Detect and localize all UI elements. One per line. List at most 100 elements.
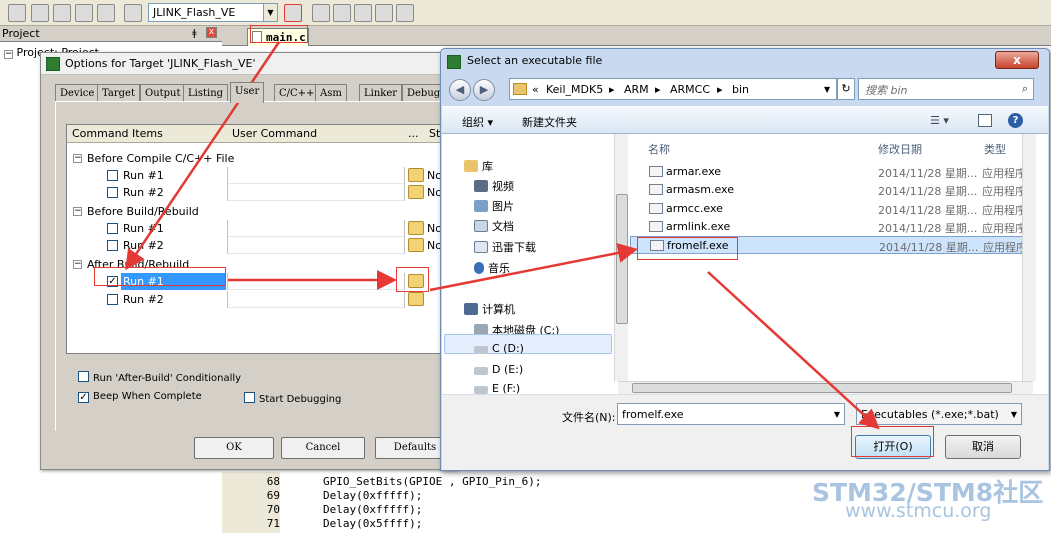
col-command-items[interactable]: Command Items	[72, 127, 163, 140]
browse-folder-icon[interactable]	[408, 292, 424, 306]
tab-linker[interactable]: Linker	[359, 84, 403, 102]
close-icon[interactable]: x	[206, 27, 217, 38]
collapse-icon[interactable]: −	[4, 50, 13, 59]
chevron-right-icon[interactable]: ▸	[655, 83, 661, 96]
collapse-icon[interactable]: −	[73, 207, 82, 216]
nav-drive-c-d[interactable]: C (D:)	[474, 342, 524, 355]
download-icon[interactable]	[124, 4, 142, 22]
user-command-input[interactable]	[227, 273, 405, 290]
run-checkbox[interactable]	[107, 240, 118, 251]
breadcrumb-keil-mdk5[interactable]: Keil_MDK5	[546, 83, 603, 96]
run-checkbox[interactable]	[107, 223, 118, 234]
search-input[interactable]: 搜索 bin ⌕	[858, 78, 1034, 100]
rebuild-icon[interactable]	[53, 4, 71, 22]
translate-icon[interactable]	[8, 4, 26, 22]
chevron-down-icon[interactable]: ▼	[834, 410, 840, 419]
horizontal-scrollbar[interactable]	[618, 381, 1033, 394]
start-debugging-checkbox[interactable]	[244, 392, 255, 403]
nav-music[interactable]: 音乐	[474, 260, 510, 276]
back-arrow-icon[interactable]: ◀	[449, 79, 471, 101]
organize-menu[interactable]: 组织 ▾	[462, 114, 493, 130]
user-command-input[interactable]	[227, 184, 405, 201]
run-checkbox[interactable]	[107, 187, 118, 198]
code-line[interactable]: 68 GPIO_SetBits(GPIOE , GPIO_Pin_6);	[222, 475, 542, 489]
run-after-build-option[interactable]: Run 'After-Build' Conditionally	[78, 370, 241, 384]
browse-folder-icon[interactable]	[408, 238, 424, 252]
search-icon[interactable]: ⌕	[1022, 82, 1028, 96]
close-button[interactable]: x	[995, 51, 1039, 69]
target-select[interactable]: JLINK_Flash_VE ▼	[148, 3, 278, 22]
pack-installer-icon[interactable]	[354, 4, 372, 22]
file-row[interactable]: armar.exe 2014/11/28 星期... 应用程序	[630, 163, 1026, 181]
collapse-icon[interactable]: −	[73, 260, 82, 269]
new-folder-button[interactable]: 新建文件夹	[522, 114, 577, 130]
col-status[interactable]: St	[429, 127, 440, 140]
cancel-button[interactable]: Cancel	[281, 437, 365, 459]
nav-libraries[interactable]: 库	[464, 158, 493, 174]
pin-icon[interactable]: ǂ	[192, 26, 197, 41]
cancel-button[interactable]: 取消	[945, 435, 1021, 459]
tree-group[interactable]: − Before Compile C/C++ File	[67, 150, 447, 167]
collapse-icon[interactable]: −	[73, 154, 82, 163]
tree-row[interactable]: Run #2	[67, 291, 447, 308]
filename-input[interactable]: fromelf.exe ▼	[617, 403, 845, 425]
nav-pictures[interactable]: 图片	[474, 198, 514, 214]
view-options-icon[interactable]: ☰ ▾	[930, 114, 949, 127]
col-modified-date[interactable]: 修改日期	[878, 141, 922, 157]
nav-drive-e-f[interactable]: E (F:)	[474, 382, 520, 394]
beep-checkbox-checked[interactable]: ✓	[78, 392, 89, 403]
select-packs-icon[interactable]	[396, 4, 414, 22]
file-list-scrollbar[interactable]	[1022, 134, 1036, 381]
tree-row[interactable]: Run #2 No	[67, 184, 447, 201]
tree-row[interactable]: Run #1 No	[67, 220, 447, 237]
user-command-input[interactable]	[227, 220, 405, 237]
chevron-right-icon[interactable]: ▸	[717, 83, 723, 96]
run-checkbox[interactable]	[107, 170, 118, 181]
tree-row[interactable]: Run #2 No	[67, 237, 447, 254]
browse-folder-icon[interactable]	[408, 221, 424, 235]
code-line[interactable]: 69 Delay(0xfffff);	[222, 489, 423, 503]
file-extensions-icon[interactable]	[333, 4, 351, 22]
beep-when-complete-option[interactable]: ✓ Beep When Complete	[78, 391, 202, 403]
user-command-input[interactable]	[227, 167, 405, 184]
forward-arrow-icon[interactable]: ▶	[473, 79, 495, 101]
code-line[interactable]: 71 Delay(0x5ffff);	[222, 517, 423, 531]
col-user-command[interactable]: User Command	[232, 127, 317, 140]
breadcrumb-arm[interactable]: ARM	[624, 83, 649, 96]
breadcrumb-overflow[interactable]: «	[532, 83, 539, 96]
scrollbar-thumb[interactable]	[616, 194, 628, 324]
ok-button[interactable]: OK	[194, 437, 274, 459]
chevron-down-icon[interactable]: ▼	[1011, 410, 1017, 419]
manage-project-icon[interactable]	[312, 4, 330, 22]
breadcrumb-bin[interactable]: bin	[732, 83, 749, 96]
tab-user[interactable]: User	[230, 82, 265, 103]
filetype-select[interactable]: Executables (*.exe;*.bat) ▼	[856, 403, 1022, 425]
tab-c-cpp[interactable]: C/C++	[274, 84, 320, 102]
user-command-input[interactable]	[227, 237, 405, 254]
tree-group[interactable]: − Before Build/Rebuild	[67, 203, 447, 220]
tab-asm[interactable]: Asm	[315, 84, 347, 102]
chevron-right-icon[interactable]: ▸	[609, 83, 615, 96]
start-debugging-option[interactable]: Start Debugging	[244, 391, 341, 405]
batch-build-icon[interactable]	[75, 4, 93, 22]
code-line[interactable]: 70 Delay(0xfffff);	[222, 503, 423, 517]
tab-listing[interactable]: Listing	[183, 84, 229, 102]
help-icon[interactable]: ?	[1008, 113, 1023, 128]
tab-target[interactable]: Target	[97, 84, 140, 102]
build-icon[interactable]	[31, 4, 49, 22]
browse-folder-icon[interactable]	[408, 168, 424, 182]
chevron-down-icon[interactable]: ▼	[263, 4, 277, 21]
browse-folder-icon[interactable]	[408, 185, 424, 199]
file-row[interactable]: armlink.exe 2014/11/28 星期... 应用程序	[630, 218, 1026, 236]
address-bar[interactable]: « Keil_MDK5 ▸ ARM ▸ ARMCC ▸ bin ▼	[509, 78, 837, 100]
stop-build-icon[interactable]	[97, 4, 115, 22]
col-type[interactable]: 类型	[984, 141, 1006, 157]
run-after-build-checkbox[interactable]	[78, 371, 89, 382]
preview-pane-icon[interactable]	[978, 114, 992, 127]
nav-documents[interactable]: 文档	[474, 218, 514, 234]
tab-output[interactable]: Output	[140, 84, 186, 102]
tree-row[interactable]: Run #1 No	[67, 167, 447, 184]
dialog-titlebar[interactable]: Select an executable file	[441, 49, 1049, 75]
nav-scrollbar[interactable]	[614, 134, 628, 381]
nav-videos[interactable]: 视频	[474, 178, 514, 194]
